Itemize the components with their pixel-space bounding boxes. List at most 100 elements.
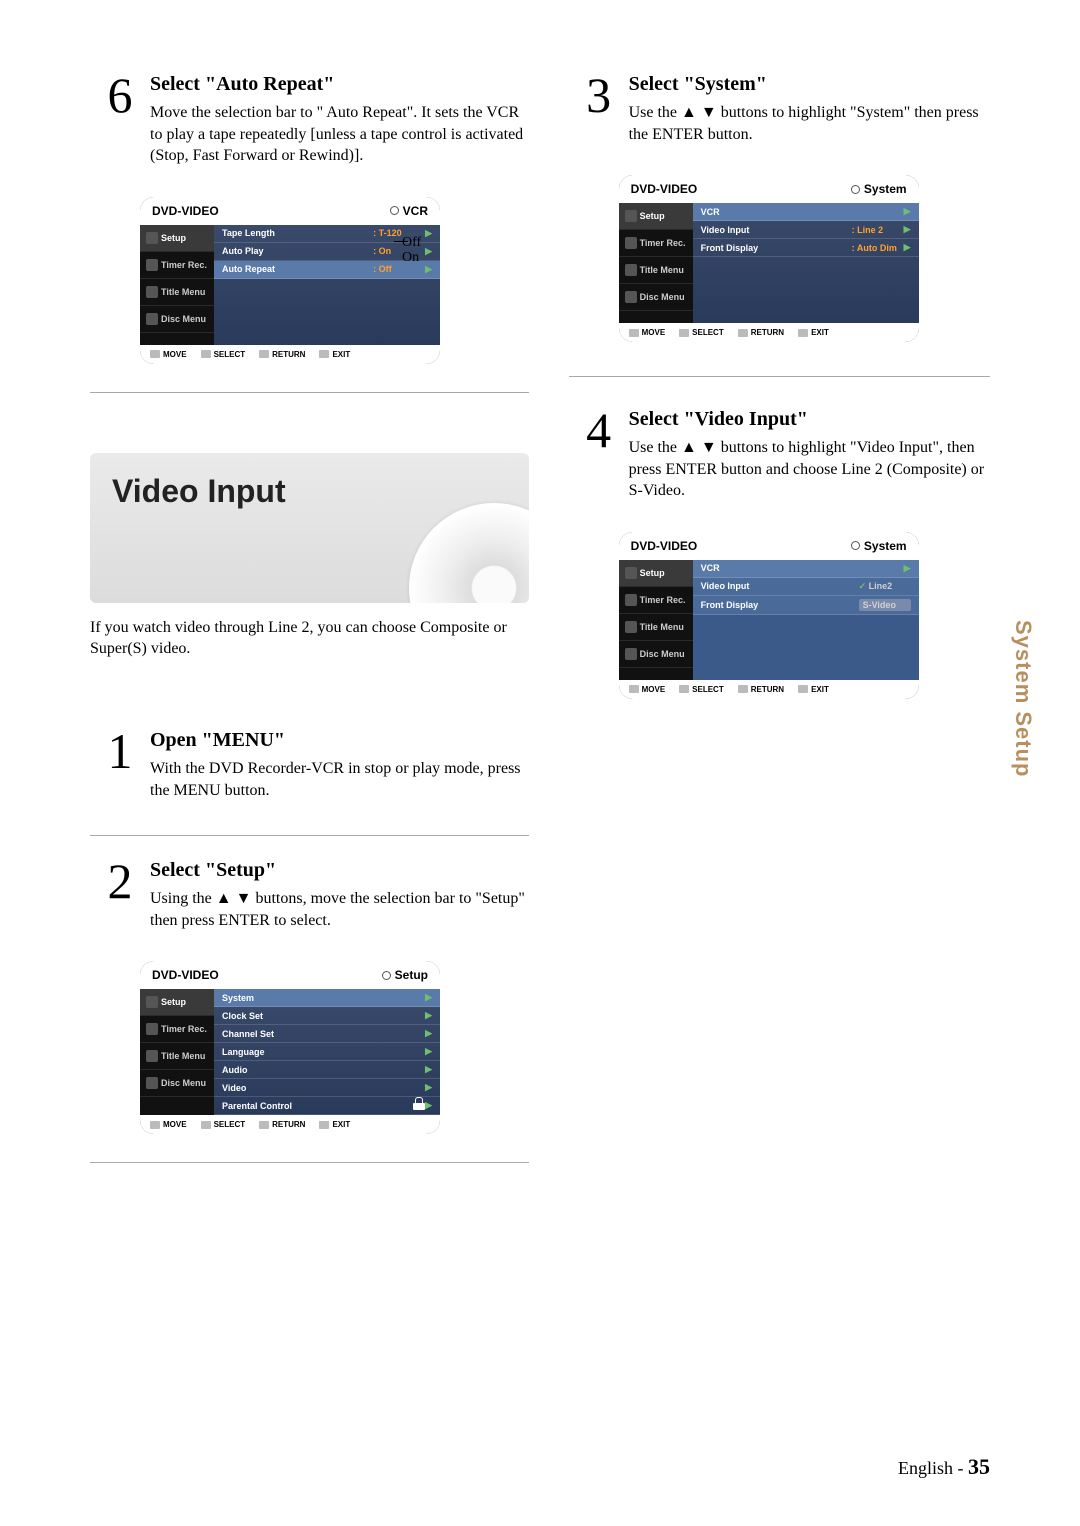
row-audio[interactable]: Audio▶ <box>214 1061 440 1079</box>
row-video-input[interactable]: Video Input✓ Line2 <box>693 578 919 596</box>
exit-icon <box>798 329 808 337</box>
divider <box>569 376 990 377</box>
step-number: 1 <box>90 726 150 801</box>
osd-main: VCR▶ Video Input✓ Line2 Front DisplayS-V… <box>693 560 919 680</box>
callout-on: On <box>402 250 421 265</box>
osd-sidebar: Setup Timer Rec. Title Menu Disc Menu <box>619 560 693 680</box>
play-icon: ▶ <box>425 228 432 239</box>
osd-header-label: DVD-VIDEO <box>152 968 219 982</box>
osd-header-right: Setup <box>382 968 428 982</box>
foot-select: SELECT <box>201 350 246 359</box>
callout-off: Off <box>402 235 421 250</box>
row-video[interactable]: Video▶ <box>214 1079 440 1097</box>
return-icon <box>738 329 748 337</box>
row-language[interactable]: Language▶ <box>214 1043 440 1061</box>
disc-icon <box>146 1077 158 1089</box>
sidebar-item-setup[interactable]: Setup <box>619 203 693 230</box>
foot-exit: EXIT <box>798 328 829 337</box>
gear-icon <box>625 567 637 579</box>
sidebar-item-timer[interactable]: Timer Rec. <box>619 587 693 614</box>
sidebar-item-setup[interactable]: Setup <box>140 225 214 252</box>
divider <box>90 392 529 393</box>
step-1: 1 Open "MENU" With the DVD Recorder-VCR … <box>90 726 529 801</box>
video-input-title: Video Input <box>112 473 507 510</box>
step-body: Select "System" Use the ▲ ▼ buttons to h… <box>629 70 990 145</box>
foot-return: RETURN <box>259 1120 305 1129</box>
step-desc: Move the selection bar to " Auto Repeat"… <box>150 102 529 167</box>
sidebar-item-setup[interactable]: Setup <box>619 560 693 587</box>
page-footer: English - 35 <box>898 1454 990 1480</box>
osd-body: Setup Timer Rec. Title Menu Disc Menu Ta… <box>140 225 440 345</box>
osd-header: DVD-VIDEO System <box>619 532 919 560</box>
step-6: 6 Select "Auto Repeat" Move the selectio… <box>90 70 529 167</box>
foot-exit: EXIT <box>798 685 829 694</box>
section-tab-label: System Setup <box>1010 620 1036 778</box>
divider <box>90 1162 529 1163</box>
osd-video-input: DVD-VIDEO System Setup Timer Rec. Title … <box>619 532 919 699</box>
row-channel-set[interactable]: Channel Set▶ <box>214 1025 440 1043</box>
osd-main: VCR▶ Video Input: Line 2▶ Front Display:… <box>693 203 919 323</box>
osd-header-right: VCR <box>390 204 428 218</box>
sidebar-item-timer[interactable]: Timer Rec. <box>140 252 214 279</box>
exit-icon <box>319 350 329 358</box>
row-vcr[interactable]: VCR▶ <box>693 203 919 221</box>
video-input-caption: If you watch video through Line 2, you c… <box>90 617 529 660</box>
step-number: 3 <box>569 70 629 145</box>
sidebar-item-setup[interactable]: Setup <box>140 989 214 1016</box>
play-icon: ▶ <box>904 206 911 217</box>
calendar-icon <box>146 1023 158 1035</box>
row-system[interactable]: System▶ <box>214 989 440 1007</box>
title-icon <box>625 264 637 276</box>
step-body: Select "Setup" Using the ▲ ▼ buttons, mo… <box>150 856 529 931</box>
row-parental[interactable]: Parental Control▶ <box>214 1097 440 1115</box>
ring-icon <box>851 185 860 194</box>
disc-icon <box>625 648 637 660</box>
disc-graphic-icon <box>409 503 529 603</box>
sidebar-item-title[interactable]: Title Menu <box>619 614 693 641</box>
osd-header-right: System <box>851 182 907 196</box>
row-front-display[interactable]: Front Display: Auto Dim▶ <box>693 239 919 257</box>
disc-icon <box>625 291 637 303</box>
step-desc: Use the ▲ ▼ buttons to highlight "System… <box>629 102 990 145</box>
foot-select: SELECT <box>679 685 724 694</box>
row-clock-set[interactable]: Clock Set▶ <box>214 1007 440 1025</box>
dpad-icon <box>629 329 639 337</box>
divider <box>90 835 529 836</box>
play-icon: ▶ <box>425 1028 432 1039</box>
sidebar-item-disc[interactable]: Disc Menu <box>140 1070 214 1097</box>
foot-move: MOVE <box>150 350 187 359</box>
osd-footer: MOVE SELECT RETURN EXIT <box>619 680 919 699</box>
row-video-input[interactable]: Video Input: Line 2▶ <box>693 221 919 239</box>
foot-return: RETURN <box>738 685 784 694</box>
foot-move: MOVE <box>629 685 666 694</box>
step-3: 3 Select "System" Use the ▲ ▼ buttons to… <box>569 70 990 145</box>
exit-icon <box>798 685 808 693</box>
sidebar-item-disc[interactable]: Disc Menu <box>140 306 214 333</box>
sidebar-item-title[interactable]: Title Menu <box>140 1043 214 1070</box>
exit-icon <box>319 1121 329 1129</box>
sidebar-item-disc[interactable]: Disc Menu <box>619 284 693 311</box>
gear-icon <box>146 996 158 1008</box>
sidebar-item-timer[interactable]: Timer Rec. <box>619 230 693 257</box>
sidebar-item-disc[interactable]: Disc Menu <box>619 641 693 668</box>
disc-icon <box>146 313 158 325</box>
calendar-icon <box>625 237 637 249</box>
sidebar-item-title[interactable]: Title Menu <box>140 279 214 306</box>
step-desc: With the DVD Recorder-VCR in stop or pla… <box>150 758 529 801</box>
osd-vcr-auto-repeat: DVD-VIDEO VCR Setup Timer Rec. Title Men… <box>140 197 440 364</box>
sidebar-item-title[interactable]: Title Menu <box>619 257 693 284</box>
osd-footer: MOVE SELECT RETURN EXIT <box>619 323 919 342</box>
osd-footer: MOVE SELECT RETURN EXIT <box>140 345 440 364</box>
osd-sidebar: Setup Timer Rec. Title Menu Disc Menu <box>619 203 693 323</box>
foot-exit: EXIT <box>319 350 350 359</box>
select-icon <box>679 685 689 693</box>
row-vcr[interactable]: VCR▶ <box>693 560 919 578</box>
row-front-display[interactable]: Front DisplayS-Video <box>693 596 919 615</box>
play-icon: ▶ <box>425 1010 432 1021</box>
return-icon <box>738 685 748 693</box>
foot-return: RETURN <box>738 328 784 337</box>
calendar-icon <box>146 259 158 271</box>
column-layout: 6 Select "Auto Repeat" Move the selectio… <box>90 70 990 1466</box>
play-icon: ▶ <box>904 242 911 253</box>
sidebar-item-timer[interactable]: Timer Rec. <box>140 1016 214 1043</box>
